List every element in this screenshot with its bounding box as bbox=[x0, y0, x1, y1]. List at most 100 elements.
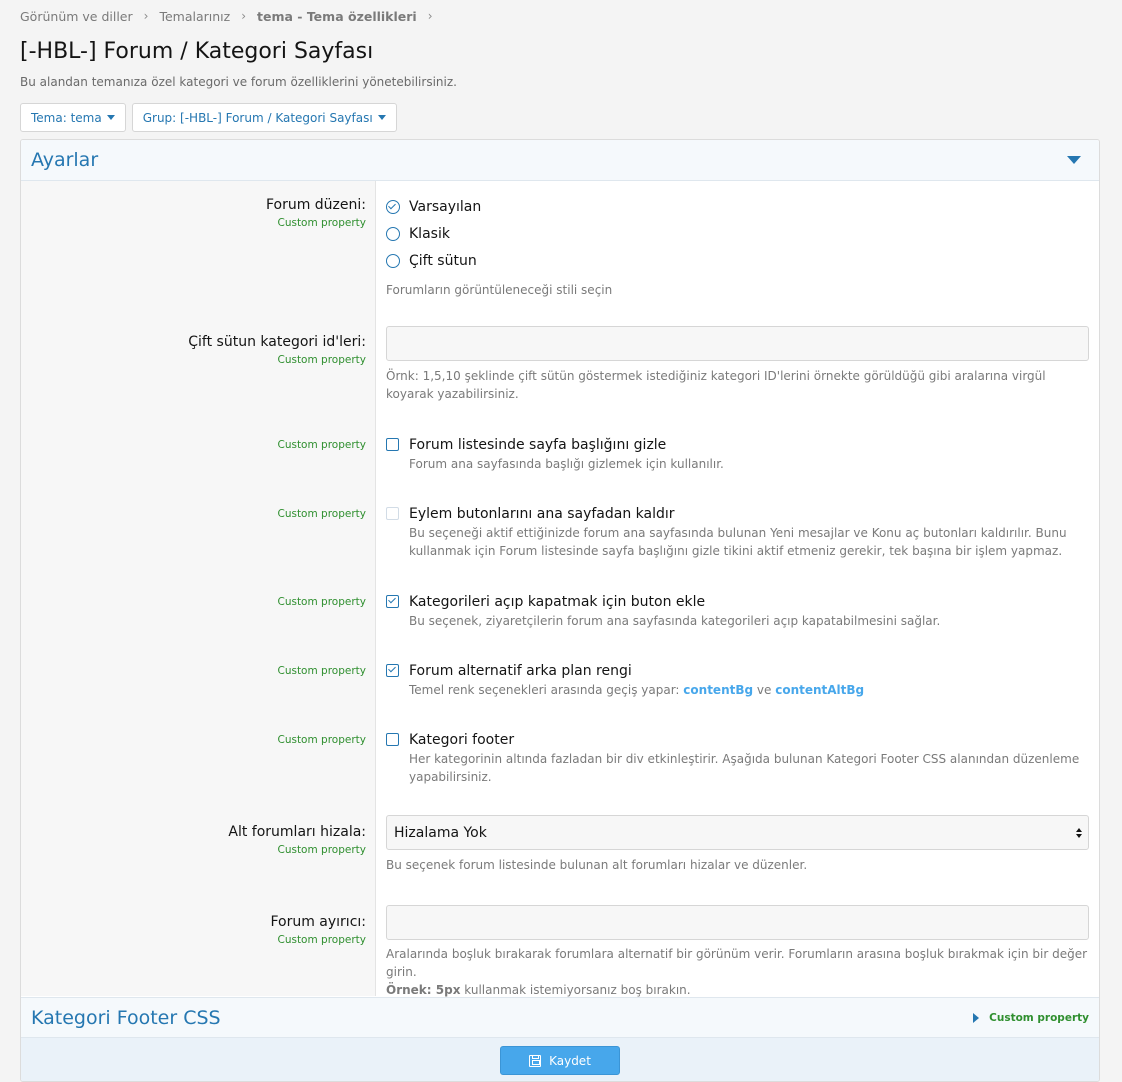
collapse-button-label-cell: Custom property bbox=[21, 592, 366, 608]
settings-block: Ayarlar Forum düzeni: Custom property Va… bbox=[20, 139, 1100, 1082]
double-column-control: Örnk: 1,5,10 şeklinde çift sütün gösterm… bbox=[386, 326, 1089, 403]
remove-actions-title: Eylem butonlarını ana sayfadan kaldır bbox=[409, 506, 675, 522]
remove-actions-control: Eylem butonlarını ana sayfadan kaldır Bu… bbox=[386, 504, 1089, 560]
hide-title-label-cell: Custom property bbox=[21, 435, 366, 451]
breadcrumb: Görünüm ve diller › Temalarınız › tema -… bbox=[20, 6, 1100, 26]
hide-title-desc: Forum ana sayfasında başlığı gizlemek iç… bbox=[409, 457, 724, 471]
breadcrumb-item-themes[interactable]: Temalarınız bbox=[159, 9, 230, 24]
category-footer-control: Kategori footer Her kategorinin altında … bbox=[386, 730, 1089, 786]
custom-property-tag: Custom property bbox=[277, 354, 366, 366]
custom-property-tag: Custom property bbox=[277, 734, 366, 746]
label-column bbox=[21, 181, 376, 996]
alt-bg-text: Forum alternatif arka plan rengi Temel r… bbox=[409, 661, 864, 699]
category-footer-desc: Her kategorinin altında fazladan bir div… bbox=[409, 752, 1080, 784]
hide-title-title: Forum listesinde sayfa başlığını gizle bbox=[409, 437, 667, 453]
chevron-right-icon: › bbox=[143, 9, 149, 23]
double-column-hint: Örnk: 1,5,10 şeklinde çift sütün gösterm… bbox=[386, 369, 1046, 401]
chevron-right-icon: › bbox=[241, 9, 247, 23]
radio-icon[interactable] bbox=[386, 253, 400, 268]
radio-option-classic[interactable]: Klasik bbox=[386, 220, 1089, 247]
remove-actions-label-cell: Custom property bbox=[21, 504, 366, 520]
custom-property-tag: Custom property bbox=[277, 217, 366, 229]
radio-option-label: Klasik bbox=[409, 225, 450, 242]
caret-down-icon bbox=[106, 115, 115, 120]
settings-header[interactable]: Ayarlar bbox=[21, 140, 1099, 181]
alt-bg-control: Forum alternatif arka plan rengi Temel r… bbox=[386, 661, 1089, 699]
page-title: [-HBL-] Forum / Kategori Sayfası bbox=[20, 39, 374, 64]
subforum-align-value: Hizalama Yok bbox=[394, 824, 487, 841]
forum-separator-control: Aralarında boşluk bırakarak forumlara al… bbox=[386, 905, 1089, 999]
footer-css-header[interactable]: Kategori Footer CSS Custom property bbox=[21, 997, 1099, 1038]
breadcrumb-item-appearance[interactable]: Görünüm ve diller bbox=[20, 9, 133, 24]
form-body: Forum düzeni: Custom property Varsayılan… bbox=[21, 181, 1099, 999]
collapse-button-title: Kategorileri açıp kapatmak için buton ek… bbox=[409, 594, 706, 610]
group-filter-label: Grup: [-HBL-] Forum / Kategori Sayfası bbox=[142, 110, 373, 125]
forum-separator-label: Forum ayırıcı: bbox=[270, 914, 366, 930]
save-button[interactable]: Kaydet bbox=[500, 1046, 620, 1075]
hide-title-text: Forum listesinde sayfa başlığını gizle F… bbox=[409, 435, 724, 473]
checkbox-icon[interactable] bbox=[386, 438, 399, 451]
alt-bg-desc-prefix: Temel renk seçenekleri arasında geçiş ya… bbox=[409, 683, 684, 697]
forum-separator-input[interactable] bbox=[386, 905, 1089, 940]
radio-checked-icon[interactable] bbox=[386, 199, 400, 214]
subforum-align-control: Hizalama Yok Bu seçenek forum listesinde… bbox=[386, 815, 1089, 874]
category-footer-checkbox-line[interactable]: Kategori footer Her kategorinin altında … bbox=[386, 730, 1089, 786]
contentbg-link[interactable]: contentBg bbox=[683, 683, 753, 697]
custom-property-tag: Custom property bbox=[277, 934, 366, 946]
footer-css-custom-tag: Custom property bbox=[989, 1011, 1089, 1024]
footer-css-toggle[interactable]: Custom property bbox=[973, 1012, 1089, 1024]
forum-layout-hint: Forumların görüntüleneceği stili seçin bbox=[386, 283, 613, 297]
category-footer-text: Kategori footer Her kategorinin altında … bbox=[409, 730, 1089, 786]
radio-option-label: Varsayılan bbox=[409, 198, 482, 215]
select-arrows-icon bbox=[1076, 827, 1082, 838]
caret-down-icon bbox=[377, 115, 386, 120]
collapse-button-control: Kategorileri açıp kapatmak için buton ek… bbox=[386, 592, 1089, 630]
double-column-label: Çift sütun kategori id'leri: bbox=[188, 334, 366, 350]
alt-bg-title: Forum alternatif arka plan rengi bbox=[409, 663, 632, 679]
category-footer-title: Kategori footer bbox=[409, 732, 515, 748]
save-label: Kaydet bbox=[549, 1053, 591, 1068]
theme-filter-label: Tema: tema bbox=[31, 110, 102, 125]
contentaltbg-link[interactable]: contentAltBg bbox=[775, 683, 864, 697]
forum-layout-control: Varsayılan Klasik Çift sütun Forumların … bbox=[386, 193, 1089, 299]
custom-property-tag: Custom property bbox=[277, 508, 366, 520]
custom-property-tag: Custom property bbox=[277, 844, 366, 856]
checkbox-checked-icon[interactable] bbox=[386, 664, 399, 677]
custom-property-tag: Custom property bbox=[277, 596, 366, 608]
breadcrumb-item-theme-properties[interactable]: tema - Tema özellikleri bbox=[257, 9, 417, 24]
chevron-right-icon: › bbox=[427, 9, 433, 23]
group-filter-button[interactable]: Grup: [-HBL-] Forum / Kategori Sayfası bbox=[131, 103, 397, 132]
radio-option-double-column[interactable]: Çift sütun bbox=[386, 247, 1089, 274]
footer-css-title: Kategori Footer CSS bbox=[31, 1006, 221, 1029]
forum-separator-hint: Aralarında boşluk bırakarak forumlara al… bbox=[386, 945, 1089, 999]
forum-separator-label-cell: Forum ayırıcı: Custom property bbox=[21, 914, 366, 946]
alt-bg-checkbox-line[interactable]: Forum alternatif arka plan rengi Temel r… bbox=[386, 661, 1089, 699]
forum-layout-label-cell: Forum düzeni: Custom property bbox=[21, 197, 366, 229]
radio-icon[interactable] bbox=[386, 226, 400, 241]
remove-actions-desc: Bu seçeneği aktif ettiğinizde forum ana … bbox=[409, 526, 1067, 558]
double-column-input[interactable] bbox=[386, 326, 1089, 361]
category-footer-label-cell: Custom property bbox=[21, 730, 366, 746]
double-column-label-cell: Çift sütun kategori id'leri: Custom prop… bbox=[21, 334, 366, 366]
subforum-align-select[interactable]: Hizalama Yok bbox=[386, 815, 1089, 850]
collapse-button-checkbox-line[interactable]: Kategorileri açıp kapatmak için buton ek… bbox=[386, 592, 1089, 630]
forum-separator-hint-bold: Örnek: 5px bbox=[386, 983, 461, 997]
page: Görünüm ve diller › Temalarınız › tema -… bbox=[0, 0, 1122, 1082]
checkbox-checked-icon[interactable] bbox=[386, 595, 399, 608]
filter-bar: Tema: tema Grup: [-HBL-] Forum / Kategor… bbox=[20, 103, 1100, 132]
hide-title-checkbox-line[interactable]: Forum listesinde sayfa başlığını gizle F… bbox=[386, 435, 1089, 473]
checkbox-disabled-icon[interactable] bbox=[386, 507, 399, 520]
expand-arrow-icon bbox=[973, 1012, 980, 1023]
remove-actions-text: Eylem butonlarını ana sayfadan kaldır Bu… bbox=[409, 504, 1089, 560]
collapse-toggle-icon[interactable] bbox=[1067, 156, 1081, 164]
subforum-align-label: Alt forumları hizala: bbox=[228, 824, 366, 840]
remove-actions-checkbox-line[interactable]: Eylem butonlarını ana sayfadan kaldır Bu… bbox=[386, 504, 1089, 560]
alt-bg-label-cell: Custom property bbox=[21, 661, 366, 677]
custom-property-tag: Custom property bbox=[277, 439, 366, 451]
collapse-button-desc: Bu seçenek, ziyaretçilerin forum ana say… bbox=[409, 614, 941, 628]
theme-filter-button[interactable]: Tema: tema bbox=[20, 103, 126, 132]
checkbox-icon[interactable] bbox=[386, 733, 399, 746]
save-icon bbox=[529, 1054, 542, 1067]
submit-row: Kaydet bbox=[21, 1038, 1099, 1081]
radio-option-default[interactable]: Varsayılan bbox=[386, 193, 1089, 220]
